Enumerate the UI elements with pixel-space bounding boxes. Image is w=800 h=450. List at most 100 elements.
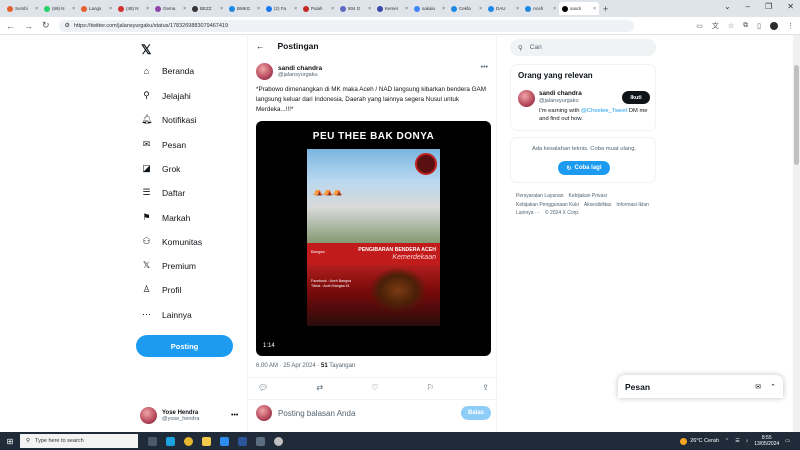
chrome-icon[interactable] xyxy=(184,436,193,446)
browser-tab[interactable]: Sumbi × xyxy=(4,2,41,15)
close-window-icon[interactable]: ✕ xyxy=(787,2,794,11)
account-switcher[interactable]: Yose Hendra @yose_hendra xyxy=(140,407,199,424)
search-input[interactable]: ⚲ Cari xyxy=(510,39,656,56)
video-player[interactable]: PEU THEE BAK DONYA ⛺⛺⛺ PENGIBARAN BENDER… xyxy=(256,121,491,356)
tab-close-icon[interactable]: × xyxy=(593,6,596,12)
browser-tab[interactable]: DAU × xyxy=(485,2,522,15)
word-icon[interactable] xyxy=(238,436,247,446)
mail-app-icon[interactable] xyxy=(220,436,229,446)
cast-icon[interactable]: ▭ xyxy=(696,22,703,30)
windows-start-icon[interactable]: ⊞ xyxy=(0,437,20,446)
tweet-more-icon[interactable]: ••• xyxy=(481,64,488,71)
nav-item-grok[interactable]: ◪ Grok xyxy=(141,163,180,174)
tray-chevron-icon[interactable]: ⌃ xyxy=(725,438,729,444)
tweet-author[interactable]: sandi chandra @jalansyurgaku xyxy=(256,63,322,80)
settings-icon[interactable] xyxy=(274,436,283,446)
browser-tab[interactable]: (69) N × xyxy=(41,2,78,15)
expand-up-icon[interactable]: ⌃ xyxy=(770,383,776,391)
nav-item-markah[interactable]: ⚑ Markah xyxy=(141,212,190,223)
footer-link[interactable]: Kebijakan Privasi xyxy=(569,192,607,201)
extensions-icon[interactable]: ⧉ xyxy=(743,22,748,30)
browser-tab[interactable]: Kemer × xyxy=(374,2,411,15)
browser-profile-avatar[interactable] xyxy=(770,21,778,30)
nav-item-komunitas[interactable]: ⚇ Komunitas xyxy=(141,236,202,247)
tab-close-icon[interactable]: × xyxy=(405,6,408,12)
browser-tab[interactable]: (2) Fa × xyxy=(263,2,300,15)
footer-link[interactable]: Persyaratan Layanan xyxy=(516,192,564,201)
author-handle[interactable]: @jalansyurgaku xyxy=(278,72,322,78)
tab-close-icon[interactable]: × xyxy=(368,6,371,12)
tab-close-icon[interactable]: × xyxy=(331,6,334,12)
tab-close-icon[interactable]: × xyxy=(183,6,186,12)
tab-close-icon[interactable]: × xyxy=(72,6,75,12)
author-avatar[interactable] xyxy=(256,63,273,80)
reply-icon[interactable]: 💬︎ xyxy=(258,383,268,392)
nav-item-profil[interactable]: ♙ Profil xyxy=(141,284,181,295)
sidepanel-icon[interactable]: ▯ xyxy=(757,22,761,30)
like-icon[interactable]: ♡ xyxy=(371,383,378,392)
nav-item-jelajahi[interactable]: ⚲ Jelajahi xyxy=(141,90,191,101)
footer-link[interactable]: Lainnya ··· xyxy=(516,209,540,218)
tab-close-icon[interactable]: × xyxy=(146,6,149,12)
browser-tab[interactable]: Aceh × xyxy=(522,2,559,15)
tab-close-icon[interactable]: × xyxy=(442,6,445,12)
notifications-icon[interactable]: ▭ xyxy=(785,438,790,444)
reply-button[interactable]: Balas xyxy=(461,406,491,420)
share-icon[interactable]: ⇪ xyxy=(482,383,489,392)
footer-link[interactable]: Kebijakan Penggunaan Kuki xyxy=(516,201,579,210)
browser-tab[interactable]: (48) N × xyxy=(115,2,152,15)
browser-tab[interactable]: BMKG × xyxy=(226,2,263,15)
post-button[interactable]: Posting xyxy=(136,335,233,357)
site-info-icon[interactable]: ⚙ xyxy=(65,22,70,29)
tab-close-icon[interactable]: × xyxy=(220,6,223,12)
retry-button[interactable]: ↻ Coba lagi xyxy=(558,161,610,175)
scrollbar-thumb[interactable] xyxy=(794,65,799,165)
new-message-icon[interactable]: ✉ xyxy=(755,383,761,391)
maximize-icon[interactable]: ❐ xyxy=(765,2,772,11)
minimize-icon[interactable]: – xyxy=(746,2,750,11)
browser-tab[interactable]: 504 G × xyxy=(337,2,374,15)
x-logo-icon[interactable]: 𝕏 xyxy=(141,42,151,58)
tab-close-icon[interactable]: × xyxy=(35,6,38,12)
footer-link[interactable]: Informasi Iklan xyxy=(616,201,649,210)
nav-item-beranda[interactable]: ⌂ Beranda xyxy=(141,66,194,76)
follow-button[interactable]: Ikuti xyxy=(622,91,650,104)
browser-tab[interactable]: sakalu × xyxy=(411,2,448,15)
nav-item-pesan[interactable]: ✉ Pesan xyxy=(141,139,186,150)
file-explorer-icon[interactable] xyxy=(202,436,211,446)
bookmark-star-icon[interactable]: ☆ xyxy=(728,22,734,30)
tab-close-icon[interactable]: × xyxy=(479,6,482,12)
tweet-timestamp[interactable]: 6.00 AM · 25 Apr 2024 · xyxy=(256,363,319,369)
browser-tab[interactable]: sandi × xyxy=(559,2,599,15)
app-icon[interactable] xyxy=(256,436,265,446)
page-scrollbar[interactable] xyxy=(793,35,800,432)
footer-link[interactable]: © 2024 X Corp. xyxy=(545,209,580,218)
translate-icon[interactable]: 文 xyxy=(712,21,719,31)
tab-close-icon[interactable]: × xyxy=(109,6,112,12)
nav-item-notifikasi[interactable]: 🔔︎ Notifikasi xyxy=(141,114,196,125)
weather-widget[interactable]: 26°C Cerah xyxy=(680,437,719,445)
tab-close-icon[interactable]: × xyxy=(257,6,260,12)
back-button-icon[interactable]: ← xyxy=(256,41,265,51)
relevant-handle[interactable]: @jalansyurgaku xyxy=(539,98,579,104)
tab-close-icon[interactable]: × xyxy=(553,6,556,12)
new-tab-button[interactable]: + xyxy=(603,4,608,14)
browser-tab[interactable]: BEZZ × xyxy=(189,2,226,15)
nav-item-daftar[interactable]: ☰ Daftar xyxy=(141,187,185,198)
taskbar-search[interactable]: ⚲ Type here to search xyxy=(20,434,138,448)
reload-icon[interactable]: ↻ xyxy=(42,20,50,31)
task-view-icon[interactable] xyxy=(148,436,157,446)
volume-icon[interactable]: ♪ xyxy=(746,438,749,444)
browser-menu-icon[interactable]: ⋮ xyxy=(787,22,794,30)
url-bar[interactable]: ⚙ https://twitter.com/jalansyurgaku/stat… xyxy=(58,19,634,32)
footer-link[interactable]: Aksesibilitas xyxy=(584,201,612,210)
author-name[interactable]: sandi chandra xyxy=(278,65,322,72)
account-more-icon[interactable]: ••• xyxy=(231,412,238,419)
tab-close-icon[interactable]: × xyxy=(294,6,297,12)
bookmark-icon[interactable]: ⚐ xyxy=(427,383,434,392)
tab-close-icon[interactable]: × xyxy=(516,6,519,12)
reply-input[interactable]: Posting balasan Anda xyxy=(278,409,455,418)
tab-search-icon[interactable]: ⌄ xyxy=(724,2,731,11)
relevant-avatar[interactable] xyxy=(518,90,535,107)
clock[interactable]: 8:55 13/05/2024 xyxy=(754,435,779,448)
